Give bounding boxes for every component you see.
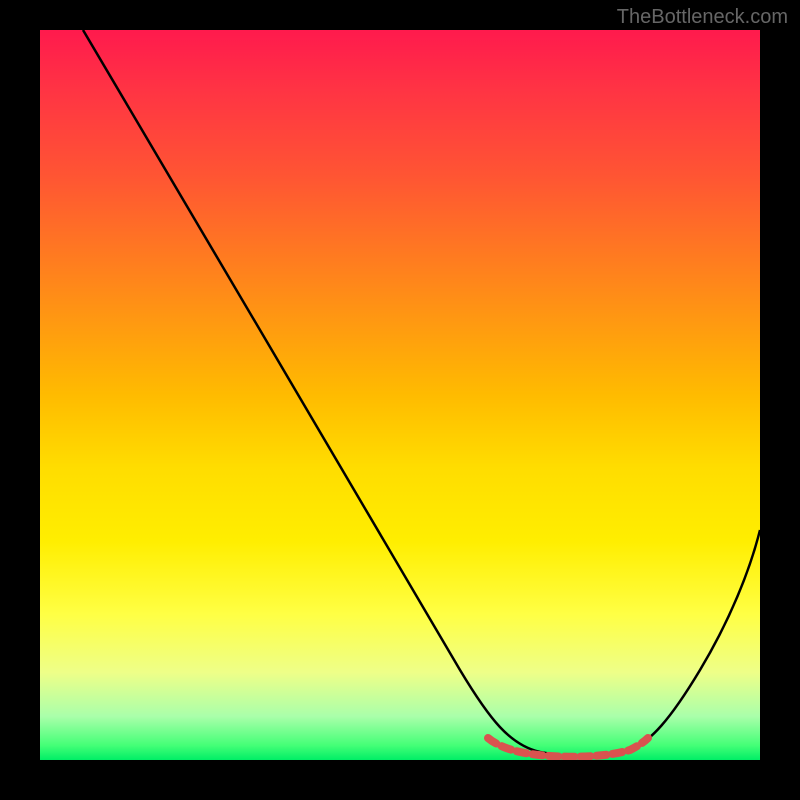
- chart-plot-area: [40, 30, 760, 760]
- curve-svg: [40, 30, 760, 760]
- optimal-range-marker-path: [488, 738, 648, 757]
- bottleneck-curve-path: [83, 30, 760, 756]
- watermark-text: TheBottleneck.com: [617, 6, 788, 29]
